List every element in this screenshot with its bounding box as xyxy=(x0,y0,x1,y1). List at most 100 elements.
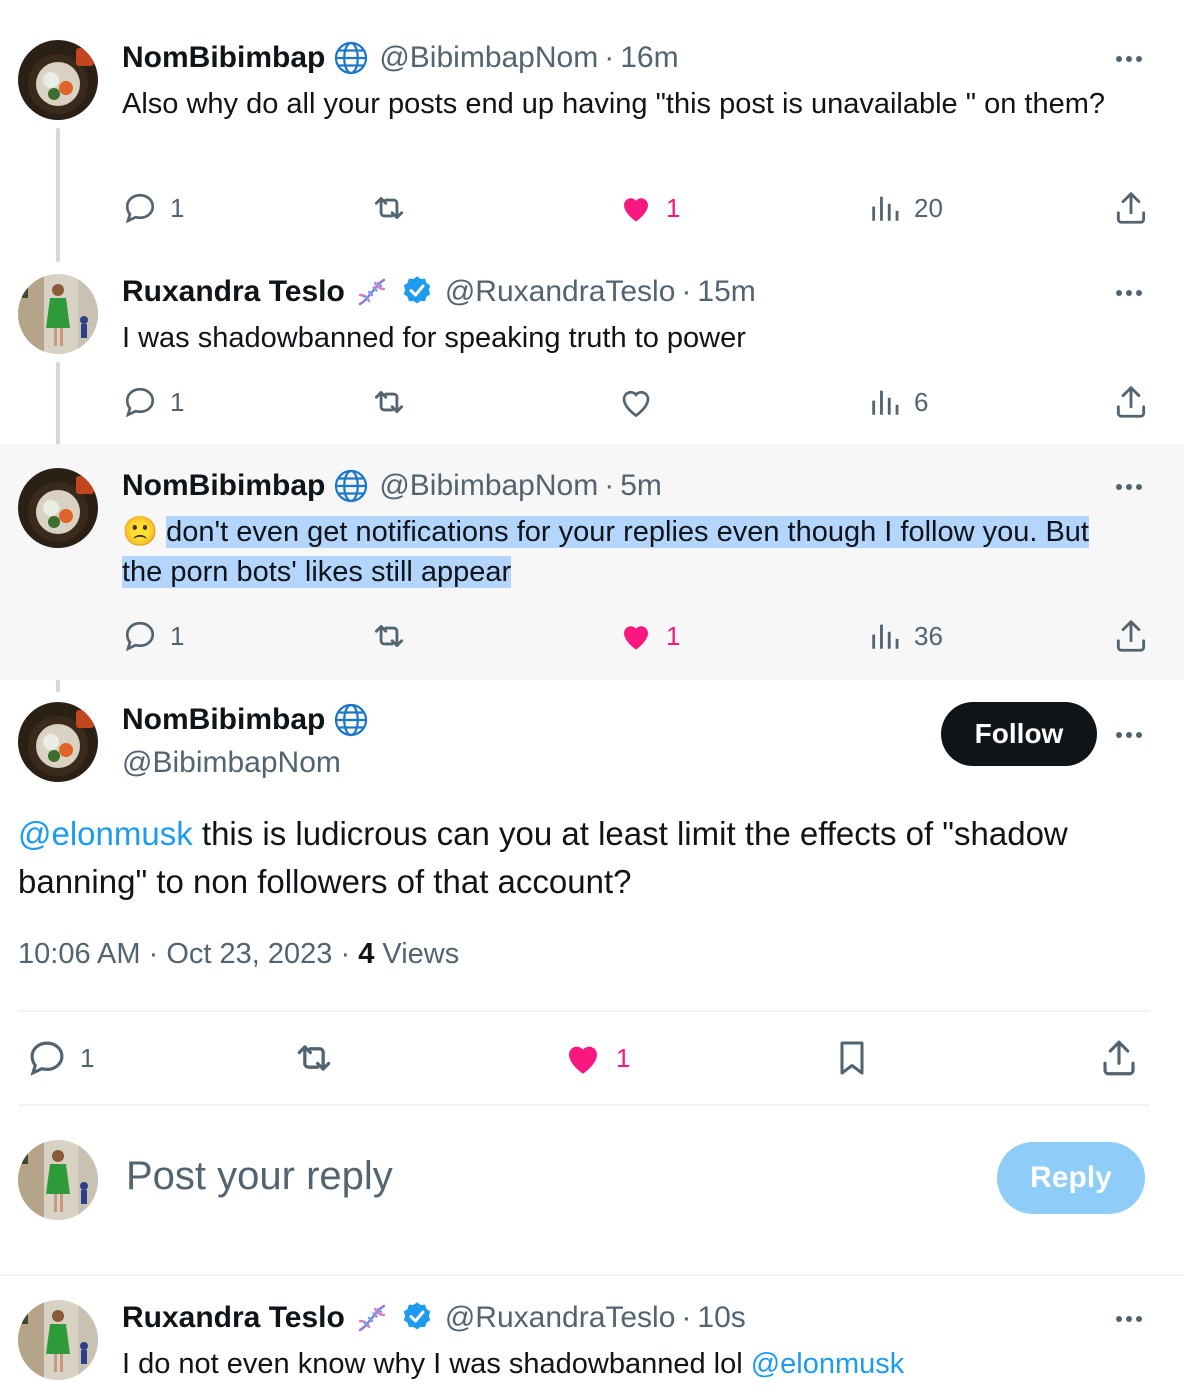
post-timestamp[interactable]: 10:06 AM xyxy=(18,938,141,970)
reply-composer: Post your reply Reply xyxy=(0,1130,1184,1230)
verified-badge-icon xyxy=(399,274,435,310)
view-count: 6 xyxy=(914,386,929,417)
author-handle[interactable]: @BibimbapNom xyxy=(122,746,341,780)
reply-post[interactable]: Ruxandra Teslo @RuxandraTeslo · 15m I wa… xyxy=(0,250,1184,444)
divider xyxy=(18,1010,1150,1012)
author-name[interactable]: NomBibimbap xyxy=(122,41,325,75)
bar-chart-icon xyxy=(872,196,899,221)
share-button[interactable] xyxy=(1112,616,1150,656)
reply-post[interactable]: NomBibimbap @BibimbapNom · 5m 🙁 don't ev… xyxy=(0,444,1184,680)
post-time[interactable]: 5m xyxy=(620,469,662,503)
avatar[interactable] xyxy=(18,1300,98,1380)
author-handle[interactable]: @BibimbapNom xyxy=(379,41,598,75)
avatar[interactable] xyxy=(18,274,98,354)
reply-count: 1 xyxy=(80,1042,95,1073)
avatar xyxy=(18,1140,98,1220)
reply-submit-button[interactable]: Reply xyxy=(997,1142,1145,1214)
like-button[interactable]: 1 xyxy=(562,1038,630,1078)
heart-filled-icon xyxy=(624,626,648,650)
repost-button[interactable] xyxy=(370,382,408,422)
heart-filled-icon xyxy=(569,1046,597,1074)
reply-count: 1 xyxy=(170,192,185,223)
separator: · xyxy=(681,275,692,308)
reply-button[interactable]: 1 xyxy=(26,1038,94,1078)
share-icon xyxy=(1103,1040,1135,1076)
post-text: I do not even know why I was shadowbanne… xyxy=(122,1344,1114,1384)
reply-input[interactable]: Post your reply xyxy=(126,1154,826,1199)
repost-button[interactable] xyxy=(370,188,408,228)
reply-button[interactable]: 1 xyxy=(122,616,184,656)
bookmark-button[interactable] xyxy=(832,1038,872,1078)
globe-icon xyxy=(333,702,369,738)
main-post: NomBibimbap @BibimbapNom Follow @elonmus… xyxy=(0,680,1184,1120)
separator: · xyxy=(604,41,615,74)
views-button[interactable]: 6 xyxy=(868,382,928,422)
globe-icon xyxy=(333,40,369,76)
author-name[interactable]: Ruxandra Teslo xyxy=(122,1301,345,1335)
food-avatar-image xyxy=(18,702,98,782)
like-button[interactable]: 1 xyxy=(618,616,680,656)
post-body: I do not even know why I was shadowbanne… xyxy=(122,1348,751,1380)
bookmark-icon xyxy=(840,1041,864,1075)
post-text: @elonmusk this is ludicrous can you at l… xyxy=(18,810,1144,906)
author-name[interactable]: NomBibimbap xyxy=(122,703,325,737)
avatar[interactable] xyxy=(18,702,98,782)
post-time[interactable]: 16m xyxy=(620,41,678,75)
reply-count: 1 xyxy=(170,620,185,651)
like-button[interactable]: 1 xyxy=(618,188,680,228)
food-avatar-image xyxy=(18,40,98,120)
post-time[interactable]: 10s xyxy=(697,1301,745,1335)
repost-icon xyxy=(374,625,404,647)
bar-chart-icon xyxy=(872,624,899,649)
more-options-button[interactable] xyxy=(1112,1302,1146,1336)
views-button[interactable]: 20 xyxy=(868,188,943,228)
food-avatar-image xyxy=(18,468,98,548)
more-options-button[interactable] xyxy=(1112,718,1146,752)
reply-button[interactable]: 1 xyxy=(122,188,184,228)
bar-chart-icon xyxy=(872,390,899,415)
more-options-button[interactable] xyxy=(1112,470,1146,504)
author-name[interactable]: NomBibimbap xyxy=(122,469,325,503)
frown-emoji: 🙁 xyxy=(122,516,159,548)
more-options-button[interactable] xyxy=(1112,276,1146,310)
dna-icon xyxy=(353,274,391,310)
person-avatar-image xyxy=(18,274,98,354)
share-button[interactable] xyxy=(1112,382,1150,422)
reply-icon xyxy=(125,387,155,418)
author-handle[interactable]: @BibimbapNom xyxy=(379,469,598,503)
post-metadata: 10:06 AM · Oct 23, 2023 · 4 Views xyxy=(18,938,459,971)
repost-icon xyxy=(374,391,404,413)
post-time[interactable]: 15m xyxy=(697,275,755,309)
share-button[interactable] xyxy=(1112,188,1150,228)
post-date[interactable]: Oct 23, 2023 xyxy=(166,938,332,970)
view-count: 36 xyxy=(914,620,943,651)
reply-button[interactable]: 1 xyxy=(122,382,184,422)
author-name[interactable]: Ruxandra Teslo xyxy=(122,275,345,309)
repost-button[interactable] xyxy=(292,1038,336,1078)
author-handle[interactable]: @RuxandraTeslo xyxy=(445,1301,676,1335)
views-label: Views xyxy=(382,938,460,970)
views-button[interactable]: 36 xyxy=(868,616,943,656)
avatar[interactable] xyxy=(18,40,98,120)
share-icon xyxy=(1116,192,1146,224)
post-text: Also why do all your posts end up having… xyxy=(122,88,1105,120)
follow-button[interactable]: Follow xyxy=(941,702,1097,766)
reply-post[interactable]: NomBibimbap @BibimbapNom · 16m Also why … xyxy=(0,0,1184,250)
like-button[interactable] xyxy=(618,382,654,422)
reply-post[interactable]: Ruxandra Teslo @RuxandraTeslo · 10s I do… xyxy=(0,1276,1184,1390)
mention-link[interactable]: @elonmusk xyxy=(751,1348,905,1380)
divider xyxy=(18,1104,1150,1106)
share-button[interactable] xyxy=(1098,1038,1140,1078)
mention-link[interactable]: @elonmusk xyxy=(18,815,193,852)
repost-icon xyxy=(374,197,404,219)
more-options-button[interactable] xyxy=(1112,42,1146,76)
selected-text: don't even get notifications for your re… xyxy=(122,516,1089,588)
dna-icon xyxy=(353,1300,391,1336)
separator: · xyxy=(148,938,159,970)
avatar[interactable] xyxy=(18,468,98,548)
views-count: 4 xyxy=(358,938,375,970)
author-handle[interactable]: @RuxandraTeslo xyxy=(445,275,676,309)
repost-button[interactable] xyxy=(370,616,408,656)
share-icon xyxy=(1116,620,1146,652)
reply-icon xyxy=(125,193,155,224)
